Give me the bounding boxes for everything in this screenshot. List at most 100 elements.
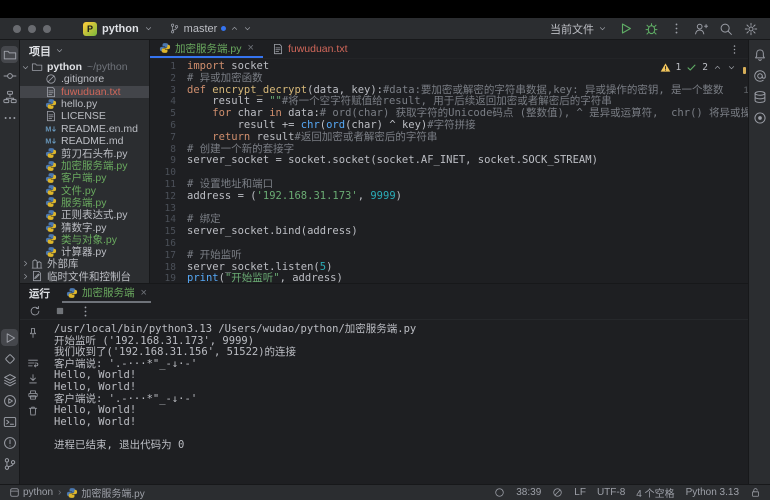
window-controls[interactable] (0, 25, 61, 33)
minimize-window-button[interactable] (28, 25, 36, 33)
more-actions-button[interactable] (670, 22, 683, 35)
right-stripe-icons (751, 44, 768, 128)
stop-button[interactable] (52, 303, 68, 319)
tree-item[interactable]: 服务端.py (20, 196, 149, 208)
editor-tab-fuwuduan[interactable]: fuwuduan.txt (263, 40, 357, 58)
tool-database-button[interactable] (751, 88, 768, 105)
tool-plugin-button[interactable] (751, 109, 768, 126)
clear-button[interactable] (25, 403, 41, 419)
tree-item[interactable]: 加密服务端.py (20, 159, 149, 171)
tree-item-label: python (47, 61, 82, 73)
pin-button[interactable] (25, 325, 41, 341)
run-tab[interactable]: 加密服务端 × (62, 284, 151, 303)
tree-item[interactable]: MREADME.md (20, 135, 149, 147)
tree-item[interactable]: 外部库 (20, 258, 149, 270)
console-wrap: /usr/local/bin/python3.13 /Users/wudao/p… (20, 321, 748, 484)
tool-commit-button[interactable] (1, 67, 18, 84)
tree-item[interactable]: hello.py (20, 98, 149, 110)
tree-item[interactable]: 正则表达式.py (20, 209, 149, 221)
line-number: 18 (150, 262, 187, 274)
text-file-icon (45, 110, 57, 122)
prev-problem-icon[interactable] (713, 63, 722, 72)
settings-button[interactable] (744, 22, 758, 36)
code-lines: 1import socket2# 异或加密函数3def encrypt_decr… (150, 61, 748, 283)
tool-problems-button[interactable] (1, 434, 18, 451)
tree-item[interactable]: 文件.py (20, 184, 149, 196)
close-icon[interactable]: × (141, 287, 147, 299)
vcs-update-icon (230, 24, 239, 33)
chevron-right-icon (20, 259, 31, 268)
rerun-button[interactable] (27, 303, 43, 319)
tree-item[interactable]: MREADME.en.md (20, 122, 149, 134)
soft-wrap-icon (27, 357, 39, 369)
project-panel-header[interactable]: 项目 (20, 40, 149, 61)
tool-python-console-button[interactable] (1, 350, 18, 367)
tree-item-label: LICENSE (61, 110, 106, 122)
chevron-down-icon (55, 46, 64, 55)
tree-item[interactable]: fuwuduan.txt (20, 86, 149, 98)
warning-icon (660, 62, 671, 73)
indent-style[interactable]: 4 个空格 (636, 485, 674, 500)
tool-version-control-button[interactable] (1, 455, 18, 472)
caret-position[interactable]: 38:39 (516, 487, 541, 498)
run-button[interactable] (618, 21, 633, 36)
tool-structure-button[interactable] (1, 88, 18, 105)
tree-item[interactable]: 临时文件和控制台 (20, 270, 149, 282)
tree-item[interactable]: python~/python (20, 61, 149, 73)
tool-python-packages-button[interactable] (1, 392, 18, 409)
tree-item[interactable]: 猜数字.py (20, 221, 149, 233)
run-config-selector[interactable]: 当前文件 (550, 21, 607, 37)
python-interpreter[interactable]: Python 3.13 (686, 487, 739, 498)
tree-item[interactable]: 剪刀石头布.py (20, 147, 149, 159)
zoom-window-button[interactable] (43, 25, 51, 33)
tool-notifications-button[interactable] (751, 46, 768, 63)
debug-button[interactable] (644, 21, 659, 36)
close-icon[interactable]: × (248, 42, 254, 54)
warning-count: 1 (676, 62, 682, 74)
branch-widget[interactable]: master (169, 23, 253, 35)
right-toolwindow-stripe (748, 40, 770, 484)
python-file-icon (159, 42, 171, 54)
tool-project-button[interactable] (1, 46, 18, 63)
project-name: python (102, 23, 139, 35)
statusbar-right: 38:39 LF UTF-8 4 个空格 Python 3.13 (494, 485, 761, 500)
close-window-button[interactable] (13, 25, 21, 33)
file-encoding[interactable]: UTF-8 (597, 487, 625, 498)
print-button[interactable] (25, 387, 41, 403)
python-file-icon (45, 184, 57, 196)
tool-terminal-button[interactable] (1, 413, 18, 430)
soft-wrap-button[interactable] (25, 355, 41, 371)
left-stripe-bottom (1, 327, 18, 474)
tool-ai-assistant-button[interactable] (751, 67, 768, 84)
code-with-me-button[interactable] (694, 22, 708, 36)
more-v-button[interactable] (77, 303, 93, 319)
code-area[interactable]: 1import socket2# 异或加密函数3def encrypt_decr… (150, 59, 748, 283)
tree-item[interactable]: .gitignore (20, 73, 149, 85)
tool-services-button[interactable] (1, 371, 18, 388)
pin-icon (27, 327, 39, 339)
project-widget[interactable]: P python (83, 22, 153, 36)
chevron-down-icon (598, 24, 607, 33)
tool-run-button[interactable] (1, 329, 18, 346)
more-tools-icon (3, 111, 17, 125)
highlighting-level-icon[interactable] (552, 487, 563, 498)
inspection-widget[interactable]: 1 2 (660, 62, 736, 74)
console-output[interactable]: /usr/local/bin/python3.13 /Users/wudao/p… (46, 321, 748, 484)
statusbar-project-widget[interactable]: python (9, 487, 53, 498)
statusbar-file-breadcrumb[interactable]: 加密服务端.py (66, 485, 144, 500)
tree-item[interactable]: LICENSE (20, 110, 149, 122)
next-problem-icon[interactable] (727, 63, 736, 72)
tree-item[interactable]: 客户端.py (20, 172, 149, 184)
scroll-to-end-button[interactable] (25, 371, 41, 387)
search-everywhere-button[interactable] (719, 22, 733, 36)
line-separator[interactable]: LF (574, 487, 586, 498)
tab-options-button[interactable] (729, 40, 748, 58)
unlock-icon[interactable] (750, 487, 761, 498)
tool-more-tools-button[interactable] (1, 109, 18, 126)
tree-item-label: 服务端.py (61, 196, 107, 208)
editor-tab-encrypt-server[interactable]: 加密服务端.py × (150, 40, 263, 58)
console-line: Hello, World! (54, 370, 748, 382)
sync-icon[interactable] (494, 487, 505, 498)
tree-item[interactable]: 类与对象.py (20, 233, 149, 245)
tree-item[interactable]: 计算器.py (20, 245, 149, 257)
